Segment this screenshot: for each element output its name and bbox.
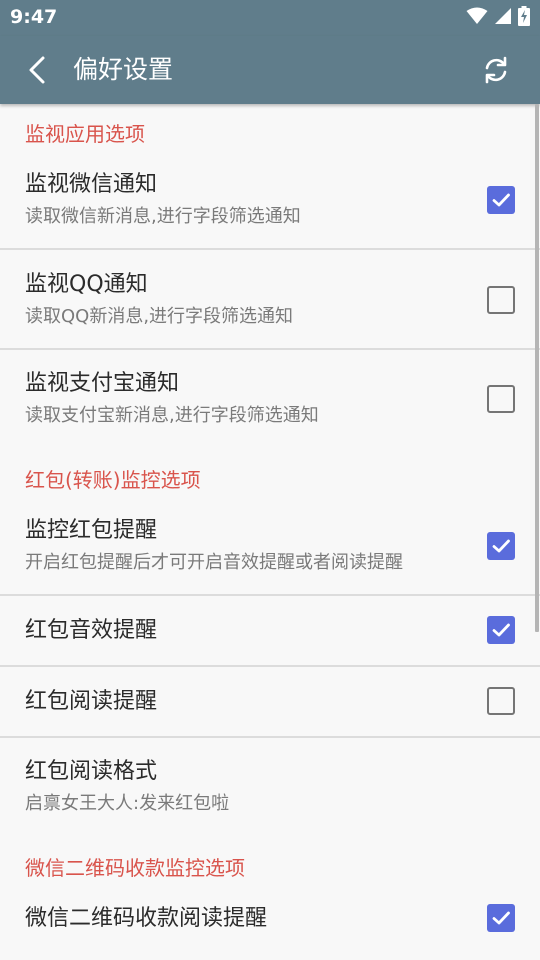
battery-charging-icon <box>518 6 530 30</box>
check-icon <box>492 623 510 637</box>
checkbox-monitor-redpacket[interactable] <box>487 532 515 560</box>
divider <box>0 248 540 250</box>
divider <box>0 736 540 738</box>
status-time: 9:47 <box>10 6 58 28</box>
status-bar: 9:47 <box>0 0 540 36</box>
category-redpacket: 红包(转账)监控选项 <box>25 468 201 492</box>
checkbox-monitor-wechat[interactable] <box>487 186 515 214</box>
preference-list[interactable]: 监视应用选项 监视微信通知 读取微信新消息,进行字段筛选通知 监视QQ通知 读取… <box>0 104 540 960</box>
pref-summary: 读取QQ新消息,进行字段筛选通知 <box>25 306 294 327</box>
pref-redpacket-sound[interactable]: 红包音效提醒 <box>0 596 540 664</box>
pref-monitor-alipay[interactable]: 监视支付宝通知 读取支付宝新消息,进行字段筛选通知 <box>0 364 540 448</box>
divider <box>0 348 540 350</box>
app-bar: 偏好设置 <box>0 36 540 104</box>
pref-title: 红包阅读格式 <box>25 759 158 784</box>
back-arrow-icon[interactable] <box>22 54 52 86</box>
checkbox-redpacket-read[interactable] <box>487 687 515 715</box>
checkbox-monitor-alipay[interactable] <box>487 385 515 413</box>
cell-signal-icon <box>494 7 512 29</box>
check-icon <box>492 539 510 553</box>
pref-title: 红包阅读提醒 <box>25 689 158 714</box>
pref-title: 监控红包提醒 <box>25 518 158 543</box>
pref-summary: 启禀女王大人:发来红包啦 <box>25 793 230 814</box>
pref-summary: 读取微信新消息,进行字段筛选通知 <box>25 206 301 227</box>
pref-title: 微信二维码收款阅读提醒 <box>25 906 268 931</box>
pref-title: 监视QQ通知 <box>25 272 148 297</box>
category-wechat-qrcode: 微信二维码收款监控选项 <box>25 856 245 880</box>
scrollbar[interactable] <box>535 104 539 632</box>
pref-redpacket-read-format[interactable]: 红包阅读格式 启禀女王大人:发来红包啦 <box>0 754 540 838</box>
category-monitor-apps: 监视应用选项 <box>25 122 145 146</box>
pref-redpacket-read[interactable]: 红包阅读提醒 <box>0 667 540 735</box>
checkbox-monitor-qq[interactable] <box>487 286 515 314</box>
pref-wechat-qrcode-read[interactable]: 微信二维码收款阅读提醒 <box>0 896 540 960</box>
pref-title: 监视支付宝通知 <box>25 371 180 396</box>
status-icons <box>466 6 530 30</box>
page-title: 偏好设置 <box>73 55 174 84</box>
check-icon <box>492 193 510 207</box>
checkbox-wechat-qrcode-read[interactable] <box>487 904 515 932</box>
pref-monitor-qq[interactable]: 监视QQ通知 读取QQ新消息,进行字段筛选通知 <box>0 264 540 348</box>
pref-summary: 读取支付宝新消息,进行字段筛选通知 <box>25 405 319 426</box>
wifi-icon <box>466 7 488 29</box>
pref-title: 红包音效提醒 <box>25 618 158 643</box>
refresh-icon[interactable] <box>478 52 514 88</box>
check-icon <box>492 911 510 925</box>
checkbox-redpacket-sound[interactable] <box>487 616 515 644</box>
pref-monitor-wechat[interactable]: 监视微信通知 读取微信新消息,进行字段筛选通知 <box>0 164 540 248</box>
pref-summary: 开启红包提醒后才可开启音效提醒或者阅读提醒 <box>25 552 403 573</box>
pref-monitor-redpacket[interactable]: 监控红包提醒 开启红包提醒后才可开启音效提醒或者阅读提醒 <box>0 510 540 594</box>
pref-title: 监视微信通知 <box>25 172 158 197</box>
